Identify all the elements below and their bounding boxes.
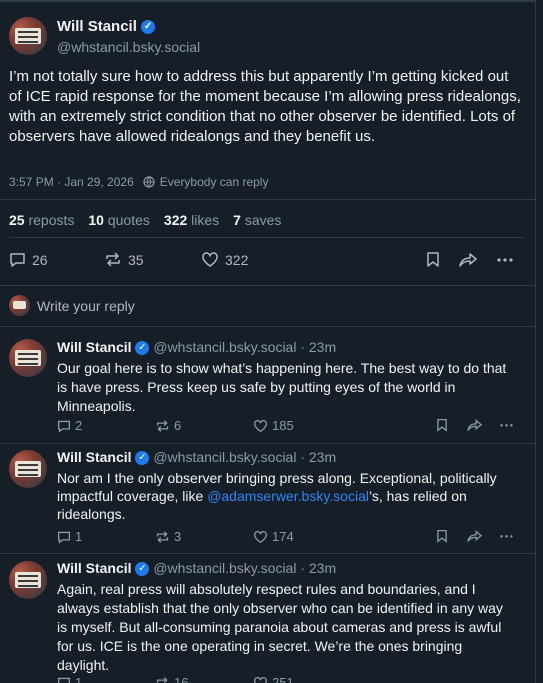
repost-button[interactable]: 16 bbox=[155, 675, 188, 683]
like-button[interactable]: 185 bbox=[253, 418, 294, 433]
like-button[interactable]: 174 bbox=[253, 529, 294, 544]
repost-button[interactable]: 35 bbox=[104, 251, 144, 268]
divider bbox=[0, 443, 535, 444]
repost-icon bbox=[155, 419, 170, 433]
post-author-name[interactable]: Will Stancil ✓ bbox=[57, 18, 156, 35]
reposts-stat[interactable]: 25 reposts bbox=[9, 212, 74, 228]
reply-icon bbox=[57, 530, 71, 544]
verified-check-icon: ✓ bbox=[135, 562, 150, 577]
post-text: I’m not totally sure how to address this… bbox=[9, 68, 521, 145]
top-border bbox=[0, 0, 535, 2]
bookmark-icon[interactable] bbox=[436, 529, 448, 543]
reply-text: Our goal here is to show what’s happenin… bbox=[57, 360, 507, 414]
reply-icon bbox=[57, 676, 71, 683]
share-icon[interactable] bbox=[466, 418, 483, 432]
saves-stat[interactable]: 7 saves bbox=[233, 212, 281, 228]
like-icon bbox=[253, 530, 268, 544]
post-meta: 3:57 PM · Jan 29, 2026 Everybody can rep… bbox=[9, 175, 268, 189]
verified-check-icon: ✓ bbox=[135, 451, 150, 466]
reply-button[interactable]: 26 bbox=[9, 251, 48, 268]
avatar[interactable] bbox=[9, 17, 47, 55]
reply-icon bbox=[57, 419, 71, 433]
more-icon[interactable] bbox=[496, 251, 514, 268]
repost-icon bbox=[104, 251, 122, 268]
post-author-handle[interactable]: @whstancil.bsky.social bbox=[57, 39, 200, 55]
reply-header: Will Stancil ✓ @whstancil.bsky.social · … bbox=[57, 560, 337, 577]
reply-input[interactable]: Write your reply bbox=[37, 298, 135, 314]
avatar[interactable] bbox=[9, 339, 47, 377]
reply-button[interactable]: 1 bbox=[57, 529, 82, 544]
share-icon[interactable] bbox=[458, 251, 478, 268]
reply-text: Again, real press will absolutely respec… bbox=[57, 581, 503, 673]
reply-icon bbox=[9, 251, 26, 268]
like-icon bbox=[253, 419, 268, 433]
like-icon bbox=[201, 251, 219, 268]
bookmark-icon[interactable] bbox=[426, 251, 440, 268]
reply-setting[interactable]: Everybody can reply bbox=[160, 175, 269, 189]
divider bbox=[0, 326, 535, 327]
more-icon[interactable] bbox=[499, 529, 514, 543]
avatar[interactable] bbox=[9, 561, 47, 599]
reply-button[interactable]: 1 bbox=[57, 675, 82, 683]
bookmark-icon[interactable] bbox=[436, 418, 448, 432]
share-icon[interactable] bbox=[466, 529, 483, 543]
more-icon[interactable] bbox=[499, 418, 514, 432]
repost-button[interactable]: 3 bbox=[155, 529, 181, 544]
likes-stat[interactable]: 322 likes bbox=[164, 212, 219, 228]
post-stats: 25 reposts 10 quotes 322 likes 7 saves bbox=[9, 212, 281, 228]
thread-view: Will Stancil ✓ @whstancil.bsky.social I’… bbox=[0, 0, 536, 683]
reply-header: Will Stancil ✓ @whstancil.bsky.social · … bbox=[57, 339, 337, 356]
reply-text: Nor am I the only observer bringing pres… bbox=[57, 470, 497, 522]
repost-icon bbox=[155, 530, 170, 544]
verified-check-icon: ✓ bbox=[141, 20, 156, 35]
avatar[interactable] bbox=[9, 450, 47, 488]
like-button[interactable]: 251 bbox=[253, 675, 294, 683]
quotes-stat[interactable]: 10 quotes bbox=[88, 212, 150, 228]
avatar bbox=[9, 295, 30, 316]
divider bbox=[0, 199, 535, 200]
post-time[interactable]: 3:57 PM · Jan 29, 2026 bbox=[9, 175, 134, 189]
globe-icon bbox=[143, 176, 155, 188]
reply-header: Will Stancil ✓ @whstancil.bsky.social · … bbox=[57, 449, 337, 466]
like-icon bbox=[253, 676, 268, 683]
mention-link[interactable]: @adamserwer.bsky.social bbox=[207, 488, 369, 504]
like-button[interactable]: 322 bbox=[201, 251, 248, 268]
divider bbox=[9, 237, 525, 238]
reply-button[interactable]: 2 bbox=[57, 418, 82, 433]
divider bbox=[0, 285, 535, 286]
repost-button[interactable]: 6 bbox=[155, 418, 181, 433]
repost-icon bbox=[155, 676, 170, 683]
divider bbox=[0, 553, 535, 554]
verified-check-icon: ✓ bbox=[135, 341, 150, 356]
